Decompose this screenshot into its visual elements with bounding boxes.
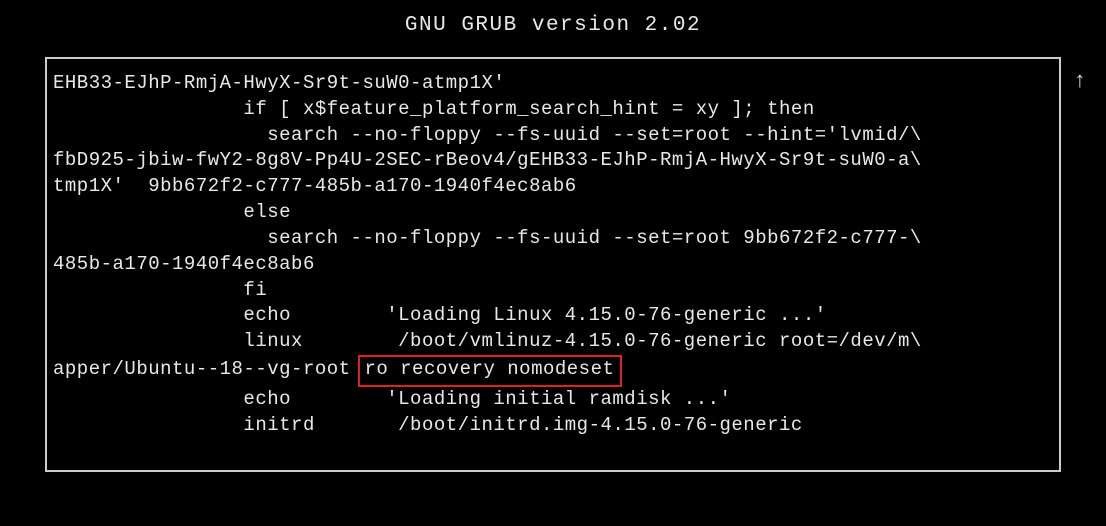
grub-header: GNU GRUB version 2.02 bbox=[0, 0, 1106, 57]
grub-line[interactable]: search --no-floppy --fs-uuid --set=root … bbox=[53, 226, 1053, 252]
grub-line-highlighted[interactable]: apper/Ubuntu--18--vg-root ro recovery no… bbox=[53, 355, 1053, 387]
boot-params-highlight[interactable]: ro recovery nomodeset bbox=[358, 355, 622, 387]
grub-line[interactable]: else bbox=[53, 200, 1053, 226]
grub-line[interactable]: echo 'Loading initial ramdisk ...' bbox=[53, 387, 1053, 413]
grub-editor-box[interactable]: ↑ EHB33-EJhP-RmjA-HwyX-Sr9t-suW0-atmp1X'… bbox=[45, 57, 1061, 472]
grub-line[interactable]: echo 'Loading Linux 4.15.0-76-generic ..… bbox=[53, 303, 1053, 329]
grub-line[interactable]: if [ x$feature_platform_search_hint = xy… bbox=[53, 97, 1053, 123]
grub-line[interactable]: search --no-floppy --fs-uuid --set=root … bbox=[53, 123, 1053, 149]
grub-line[interactable]: fi bbox=[53, 278, 1053, 304]
grub-line-prefix[interactable]: apper/Ubuntu--18--vg-root bbox=[53, 358, 362, 380]
grub-line[interactable]: initrd /boot/initrd.img-4.15.0-76-generi… bbox=[53, 413, 1053, 439]
grub-title: GNU GRUB version 2.02 bbox=[405, 14, 701, 37]
grub-line[interactable]: EHB33-EJhP-RmjA-HwyX-Sr9t-suW0-atmp1X' bbox=[53, 71, 1053, 97]
grub-line[interactable]: 485b-a170-1940f4ec8ab6 bbox=[53, 252, 1053, 278]
grub-line[interactable]: tmp1X' 9bb672f2-c777-485b-a170-1940f4ec8… bbox=[53, 174, 1053, 200]
grub-line[interactable]: linux /boot/vmlinuz-4.15.0-76-generic ro… bbox=[53, 329, 1053, 355]
grub-line[interactable]: fbD925-jbiw-fwY2-8g8V-Pp4U-2SEC-rBeov4/g… bbox=[53, 148, 1053, 174]
scroll-up-arrow: ↑ bbox=[1073, 69, 1087, 94]
